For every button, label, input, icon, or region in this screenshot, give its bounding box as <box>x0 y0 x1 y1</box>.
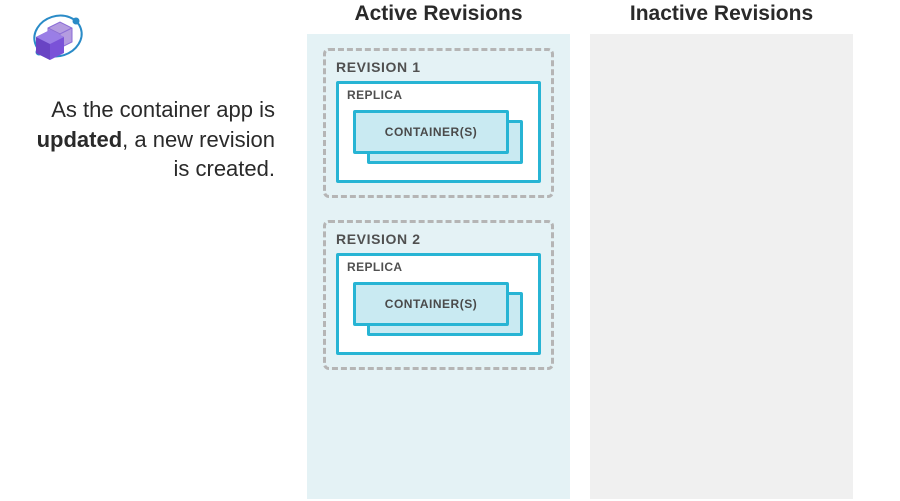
description-pre: As the container app is <box>51 97 275 122</box>
containers-stack: CONTAINER(S) <box>353 282 530 340</box>
revision-box: REVISION 1 REPLICA CONTAINER(S) <box>323 48 554 198</box>
container-front: CONTAINER(S) <box>353 110 509 154</box>
active-revisions-column: REVISION 1 REPLICA CONTAINER(S) REVISION… <box>307 34 570 499</box>
replica-box: REPLICA CONTAINER(S) <box>336 81 541 183</box>
containers-stack: CONTAINER(S) <box>353 110 530 168</box>
replica-label: REPLICA <box>347 88 530 102</box>
active-revisions-header: Active Revisions <box>307 2 570 26</box>
replica-label: REPLICA <box>347 260 530 274</box>
container-front: CONTAINER(S) <box>353 282 509 326</box>
inactive-revisions-column <box>590 34 853 499</box>
revision-box: REVISION 2 REPLICA CONTAINER(S) <box>323 220 554 370</box>
replica-box: REPLICA CONTAINER(S) <box>336 253 541 355</box>
description-bold: updated <box>37 127 123 152</box>
revision-title: REVISION 1 <box>336 59 541 75</box>
container-label: CONTAINER(S) <box>385 297 477 311</box>
revision-title: REVISION 2 <box>336 231 541 247</box>
description-text: As the container app is updated, a new r… <box>35 95 275 184</box>
diagram-canvas: As the container app is updated, a new r… <box>0 0 900 501</box>
container-label: CONTAINER(S) <box>385 125 477 139</box>
description-post: , a new revision is created. <box>122 127 275 182</box>
inactive-revisions-header: Inactive Revisions <box>590 2 853 26</box>
azure-container-apps-icon <box>20 8 86 63</box>
